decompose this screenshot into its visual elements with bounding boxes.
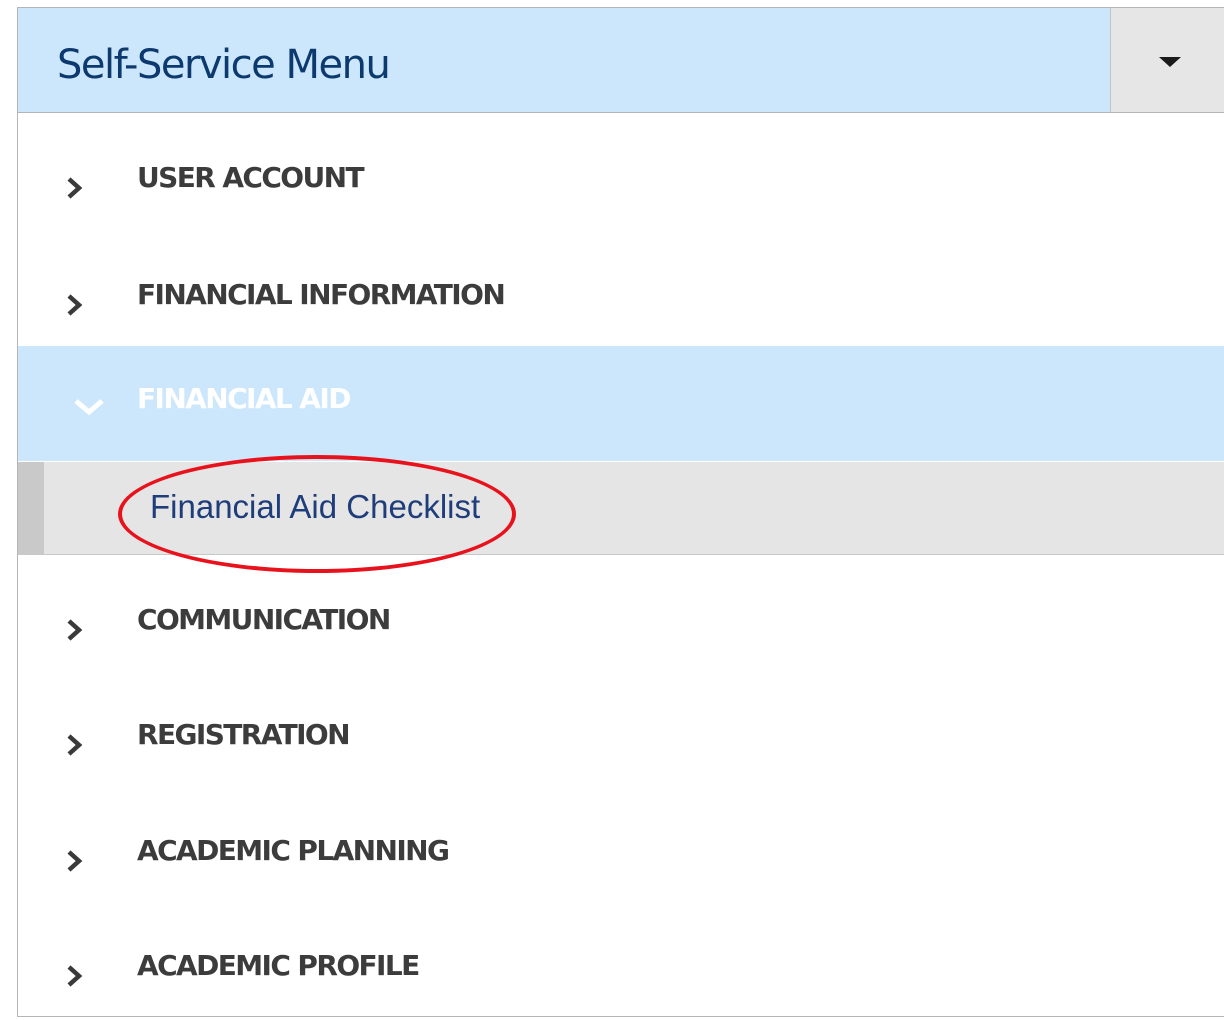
chevron-right-icon bbox=[64, 293, 86, 317]
menu-item-label: COMMUNICATION bbox=[137, 603, 391, 636]
menu-item-label: USER ACCOUNT bbox=[137, 161, 365, 194]
menu-item-label: FINANCIAL AID bbox=[137, 382, 351, 415]
menu-header: Self-Service Menu bbox=[18, 8, 1224, 113]
financial-aid-checklist-link[interactable]: Financial Aid Checklist bbox=[150, 487, 480, 527]
menu-item-academic-profile[interactable]: ACADEMIC PROFILE bbox=[18, 901, 1224, 1016]
submenu-indicator-bar bbox=[18, 462, 44, 554]
chevron-right-icon bbox=[64, 176, 86, 200]
menu-item-label: ACADEMIC PROFILE bbox=[137, 949, 420, 982]
caret-down-icon bbox=[1159, 57, 1181, 67]
menu-item-user-account[interactable]: USER ACCOUNT bbox=[18, 113, 1224, 228]
menu-title: Self-Service Menu bbox=[57, 42, 391, 88]
self-service-menu: Self-Service Menu USER ACCOUNT FINANCIAL… bbox=[17, 7, 1224, 1017]
chevron-right-icon bbox=[64, 849, 86, 873]
menu-item-financial-information[interactable]: FINANCIAL INFORMATION bbox=[18, 230, 1224, 345]
menu-item-registration[interactable]: REGISTRATION bbox=[18, 670, 1224, 785]
menu-item-label: REGISTRATION bbox=[137, 718, 351, 751]
menu-item-label: FINANCIAL INFORMATION bbox=[137, 278, 506, 311]
menu-item-academic-planning[interactable]: ACADEMIC PLANNING bbox=[18, 786, 1224, 901]
menu-item-communication[interactable]: COMMUNICATION bbox=[18, 555, 1224, 670]
menu-item-label: ACADEMIC PLANNING bbox=[137, 834, 450, 867]
financial-aid-submenu: Financial Aid Checklist bbox=[18, 462, 1224, 555]
chevron-right-icon bbox=[64, 618, 86, 642]
chevron-right-icon bbox=[64, 964, 86, 988]
chevron-down-icon bbox=[72, 396, 106, 418]
menu-toggle-button[interactable] bbox=[1110, 8, 1224, 112]
menu-item-financial-aid[interactable]: FINANCIAL AID bbox=[18, 346, 1224, 461]
chevron-right-icon bbox=[64, 733, 86, 757]
